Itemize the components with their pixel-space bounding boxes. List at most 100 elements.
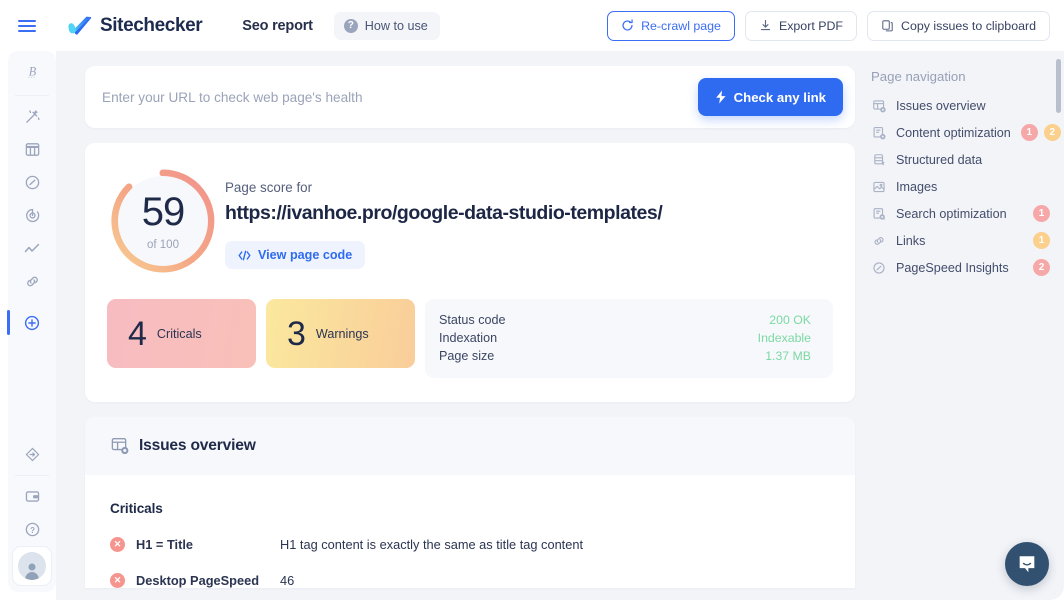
lightning-icon [715,90,726,104]
info-row: Page size 1.37 MB [439,349,811,365]
search-input[interactable] [102,89,698,105]
url-check-card: Check any link [85,66,855,128]
badge-critical: 1 [1033,205,1050,222]
status-code-value: 200 OK [769,313,811,328]
top-bar: Sitechecker Seo report ? How to use Re-c… [0,0,1064,51]
question-circle-icon: ? [343,18,358,33]
indexation-label: Indexation [439,331,498,346]
sidebar-item-speed[interactable] [8,166,56,199]
nav-label: Links [896,233,926,248]
brand-logo[interactable]: Sitechecker [67,14,203,37]
check-any-link-button[interactable]: Check any link [697,78,843,116]
nav-item-links[interactable]: Links 1 [868,227,1050,254]
user-avatar-icon [18,552,46,580]
refresh-icon [622,19,633,31]
sidebar-item-magic[interactable] [8,100,56,133]
score-top-row: 59 of 100 Page score for https://ivanhoe… [107,162,833,275]
re-crawl-page-button[interactable]: Re-crawl page [607,10,735,41]
nav-item-content-optimization[interactable]: Content optimization 1 2 [868,119,1061,146]
score-url: https://ivanhoe.pro/google-data-studio-t… [225,202,663,224]
table-row[interactable]: ✕ Desktop PageSpeed 46 [110,572,830,588]
page-title: Seo report [242,17,313,34]
criticals-section-title: Criticals [110,500,163,516]
issue-description: 46 [280,572,295,588]
view-page-code-label: View page code [258,248,353,262]
sidebar-item-columns[interactable] [8,133,56,166]
export-pdf-button[interactable]: Export PDF [744,10,857,41]
nav-item-structured-data[interactable]: Structured data [868,146,1050,173]
sidebar-item-tools[interactable] [8,438,56,471]
nav-label: Search optimization [896,206,1007,221]
nav-label: Issues overview [896,98,986,113]
info-row: Status code 200 OK [439,313,811,329]
left-sidebar: B ? [7,51,56,592]
nav-item-issues-overview[interactable]: Issues overview [868,92,1050,119]
sidebar-item-brand[interactable]: B [8,51,56,91]
badge-critical: 1 [1020,124,1038,141]
svg-text:B: B [28,64,36,78]
nav-badges: 1 2 [1020,124,1061,141]
score-gauge-center: 59 of 100 [118,176,208,266]
page-navigation: Page navigation Issues overview Content … [854,51,1064,600]
score-label: Page score for [225,180,313,195]
chat-widget-button[interactable] [1005,542,1049,586]
sidebar-item-billing[interactable] [8,480,56,513]
sidebar-item-help[interactable]: ? [8,513,56,546]
nav-item-search-optimization[interactable]: Search optimization 1 [868,200,1050,227]
nav-label: PageSpeed Insights [896,260,1009,275]
badge-warning: 2 [1043,124,1061,141]
sidebar-item-rankings[interactable] [8,232,56,265]
indexation-value: Indexable [757,331,811,346]
page-info-card: Status code 200 OK Indexation Indexable … [425,299,833,378]
hamburger-icon[interactable] [18,15,40,37]
table-row[interactable]: ✕ H1 = Title H1 tag content is exactly t… [110,536,830,552]
copy-icon [882,20,893,32]
issues-overview-header: Issues overview [85,416,855,475]
page-score-card: 59 of 100 Page score for https://ivanhoe… [85,143,855,402]
sidebar-item-monitor[interactable] [8,199,56,232]
sidebar-item-add[interactable] [7,306,56,339]
brand-name: Sitechecker [100,14,203,36]
nav-label: Images [896,179,938,194]
criticals-count: 4 [128,314,147,353]
nav-item-pagespeed-insights[interactable]: PageSpeed Insights 2 [868,254,1050,281]
wallet-icon [25,491,39,502]
warnings-card[interactable]: 3 Warnings [266,299,415,368]
avatar[interactable] [12,546,52,586]
sidebar-item-links[interactable] [8,265,56,298]
content-column: Check any link [85,51,855,600]
nav-label: Content optimization [896,125,1011,140]
score-stats-row: 4 Criticals 3 Warnings Status code 200 O… [107,299,833,378]
export-pdf-label: Export PDF [778,18,843,33]
vertical-scrollbar[interactable] [1056,59,1061,113]
nav-item-images[interactable]: Images [868,173,1050,200]
link-icon [871,233,886,248]
code-icon [238,250,251,260]
how-to-use-button[interactable]: ? How to use [333,11,440,40]
topbar-actions: Re-crawl page Export PDF Copy issues to … [607,10,1050,41]
radar-icon [25,208,39,223]
page-size-value: 1.37 MB [765,349,811,364]
app-window: Sitechecker Seo report ? How to use Re-c… [0,0,1064,600]
view-page-code-button[interactable]: View page code [225,241,366,269]
download-icon [760,20,771,31]
main-content: Check any link [56,51,1064,600]
search-doc-icon [871,206,886,221]
intercom-chat-icon [1019,556,1035,573]
divider [15,95,49,96]
nav-badges: 1 [1033,232,1050,249]
checkmark-logo-icon [68,16,92,35]
issue-name: Desktop PageSpeed [136,572,260,588]
page-size-label: Page size [439,349,495,364]
criticals-card[interactable]: 4 Criticals [107,299,256,368]
re-crawl-page-label: Re-crawl page [641,18,721,33]
image-icon [871,179,886,194]
copy-issues-button[interactable]: Copy issues to clipboard [867,10,1050,41]
nav-badges: 1 [1033,205,1050,222]
issues-overview-title: Issues overview [139,436,256,454]
trend-line-icon [24,243,40,252]
link-icon [26,276,38,287]
question-circle-icon: ? [25,522,39,537]
issues-overview-card: Issues overview Criticals ✕ H1 = Title H… [85,416,855,588]
magic-wand-icon [25,109,40,123]
